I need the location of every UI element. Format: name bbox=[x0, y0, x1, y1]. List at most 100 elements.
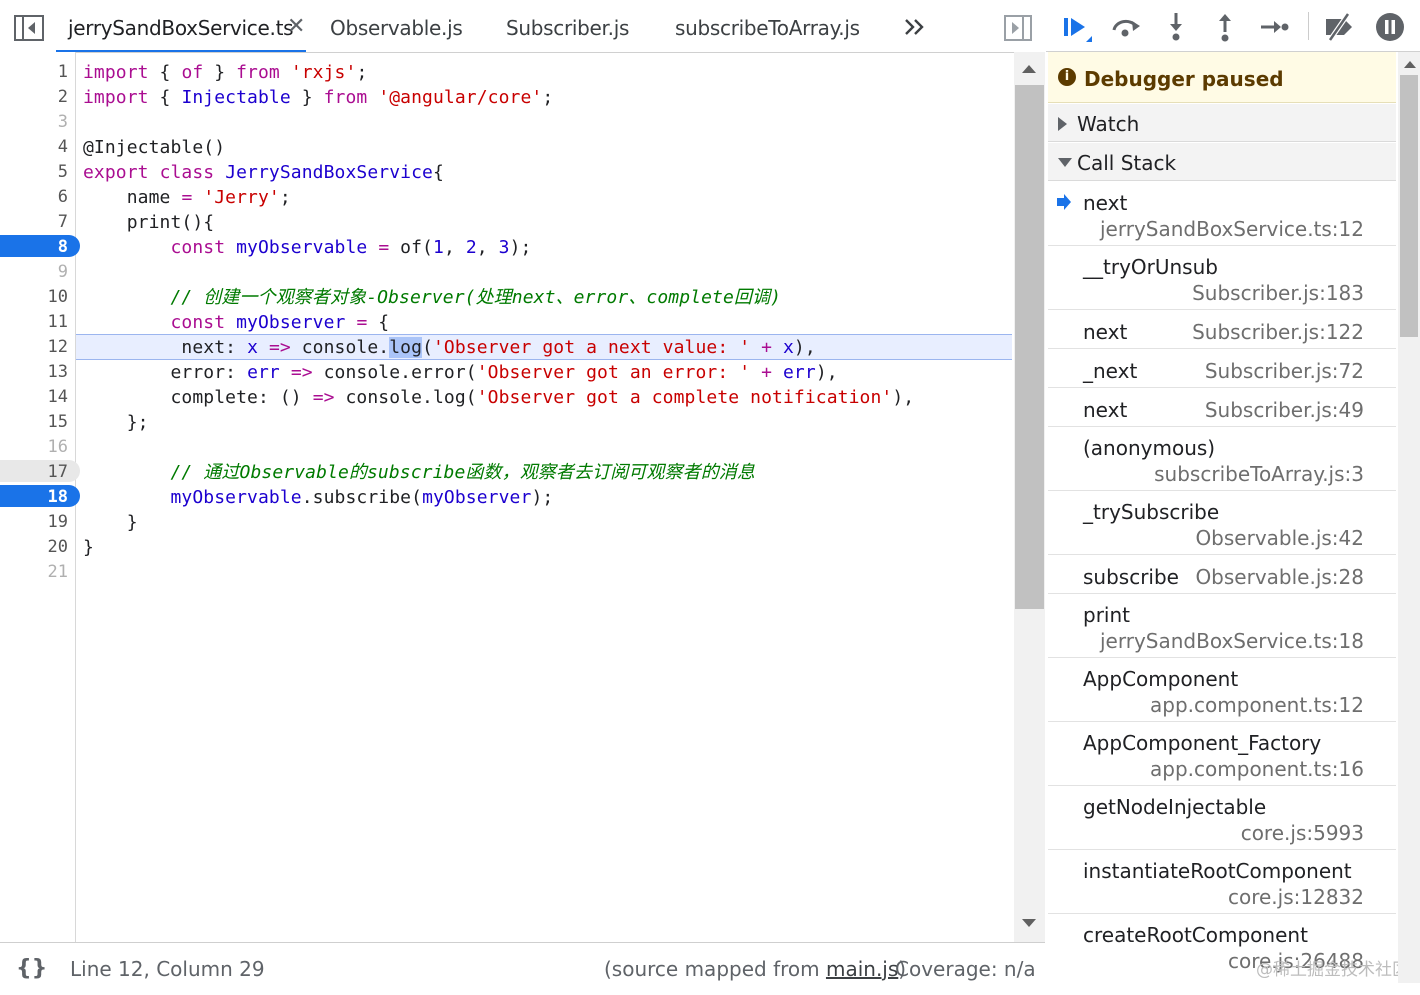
sidebar-scroll-up-icon[interactable] bbox=[1403, 60, 1417, 69]
line-number[interactable]: 13 bbox=[0, 360, 68, 385]
scroll-up-icon[interactable] bbox=[1021, 64, 1037, 74]
line-number[interactable]: 6 bbox=[0, 185, 68, 210]
code-line-11: const myObserver = { bbox=[170, 312, 390, 333]
line-number[interactable]: 8 bbox=[0, 235, 68, 260]
code-line-12: next: x => console.log('Observer got a n… bbox=[83, 337, 816, 358]
frame-function: print bbox=[1083, 603, 1130, 627]
frame-location: Subscriber.js:72 bbox=[1204, 359, 1364, 383]
frame-function: _next bbox=[1083, 359, 1138, 383]
tab-observable[interactable]: Observable.js bbox=[330, 0, 463, 52]
line-number[interactable]: 21 bbox=[0, 560, 68, 585]
call-frame[interactable]: (anonymous) subscribeToArray.js:3 bbox=[1048, 427, 1396, 491]
line-number[interactable]: 11 bbox=[0, 310, 68, 335]
line-number[interactable]: 5 bbox=[0, 160, 68, 185]
watch-section-header[interactable]: Watch bbox=[1048, 104, 1396, 142]
call-frame[interactable]: AppComponent_Factory app.component.ts:16 bbox=[1048, 722, 1396, 786]
toggle-debugger-icon[interactable] bbox=[1004, 15, 1032, 41]
tab-label: Subscriber.js bbox=[506, 16, 630, 40]
line-number[interactable]: 4 bbox=[0, 135, 68, 160]
call-frame[interactable]: __tryOrUnsub Subscriber.js:183 bbox=[1048, 246, 1396, 310]
call-frame[interactable]: AppComponent app.component.ts:12 bbox=[1048, 658, 1396, 722]
editor-scrollbar-thumb[interactable] bbox=[1015, 85, 1044, 609]
expand-triangle-icon bbox=[1058, 117, 1067, 131]
sidebar-scrollbar-thumb[interactable] bbox=[1400, 75, 1418, 337]
call-frame[interactable]: instantiateRootComponent core.js:12832 bbox=[1048, 850, 1396, 914]
code-line-8: const myObservable = of(1, 2, 3); bbox=[170, 237, 532, 258]
code-line-17: // 通过Observable的subscribe函数，观察者去订阅可观察者的消… bbox=[83, 462, 756, 483]
tab-subscriber[interactable]: Subscriber.js bbox=[506, 0, 629, 52]
watch-section-title: Watch bbox=[1077, 112, 1140, 136]
code-line-6: name = 'Jerry'; bbox=[83, 187, 291, 208]
code-line-13: error: err => console.error('Observer go… bbox=[83, 362, 838, 383]
frame-location: app.component.ts:12 bbox=[1150, 693, 1364, 717]
frame-location: subscribeToArray.js:3 bbox=[1154, 462, 1364, 486]
toolbar-divider bbox=[1308, 12, 1309, 40]
step-into-icon[interactable] bbox=[1159, 10, 1193, 44]
line-number[interactable]: 14 bbox=[0, 385, 68, 410]
code-line-2: import { Injectable } from '@angular/cor… bbox=[83, 87, 554, 108]
call-frame[interactable]: print jerrySandBoxService.ts:18 bbox=[1048, 594, 1396, 658]
line-number[interactable]: 19 bbox=[0, 510, 68, 535]
line-number-gutter[interactable]: 1 2 3 4 5 6 7 8 9 10 11 12 13 14 15 16 1… bbox=[0, 52, 80, 942]
collapse-triangle-icon bbox=[1058, 158, 1072, 167]
frame-function: createRootComponent bbox=[1083, 923, 1308, 947]
frame-location: jerrySandBoxService.ts:12 bbox=[1099, 217, 1364, 241]
code-line-10: // 创建一个观察者对象-Observer(处理next、error、compl… bbox=[83, 287, 782, 308]
frame-function: (anonymous) bbox=[1083, 436, 1216, 460]
line-number[interactable]: 12 bbox=[0, 335, 68, 360]
line-number[interactable]: 9 bbox=[0, 260, 68, 285]
line-number[interactable]: 16 bbox=[0, 435, 68, 460]
cursor-position: Line 12, Column 29 bbox=[70, 957, 265, 981]
call-frame[interactable]: next Subscriber.js:49 bbox=[1048, 388, 1396, 427]
call-frame[interactable]: getNodeInjectable core.js:5993 bbox=[1048, 786, 1396, 850]
watermark: @稀土掘金技术社区 bbox=[1256, 960, 1409, 980]
line-number[interactable]: 2 bbox=[0, 85, 68, 110]
frame-function: subscribe bbox=[1083, 565, 1179, 589]
debugger-paused-banner: i Debugger paused bbox=[1048, 52, 1396, 103]
pause-on-exceptions-icon[interactable] bbox=[1373, 10, 1407, 44]
scroll-down-icon[interactable] bbox=[1021, 918, 1037, 928]
call-frame[interactable]: _next Subscriber.js:72 bbox=[1048, 349, 1396, 388]
debugger-status-title: Debugger paused bbox=[1084, 67, 1284, 91]
selected-token: log bbox=[389, 337, 423, 358]
line-number[interactable]: 20 bbox=[0, 535, 68, 560]
tab-close-icon[interactable]: ✕ bbox=[287, 0, 305, 52]
chevrons-right-icon[interactable] bbox=[903, 18, 925, 36]
call-stack-section-title: Call Stack bbox=[1077, 151, 1177, 175]
info-icon: i bbox=[1058, 68, 1076, 86]
tab-subscribetoarray[interactable]: subscribeToArray.js bbox=[675, 0, 860, 52]
frame-function: AppComponent bbox=[1083, 667, 1239, 691]
frame-location: app.component.ts:16 bbox=[1150, 757, 1364, 781]
tab-jerrysandboxservice[interactable]: jerrySandBoxService.ts bbox=[56, 0, 306, 52]
deactivate-breakpoints-icon[interactable] bbox=[1322, 10, 1356, 44]
debugger-toolbar bbox=[1046, 0, 1420, 52]
step-icon[interactable] bbox=[1257, 10, 1291, 44]
call-frame[interactable]: next Subscriber.js:122 bbox=[1048, 310, 1396, 349]
line-number[interactable]: 7 bbox=[0, 210, 68, 235]
call-stack-section-header[interactable]: Call Stack bbox=[1048, 143, 1396, 181]
frame-location: Observable.js:28 bbox=[1195, 565, 1364, 589]
pretty-print-icon[interactable]: {} bbox=[16, 943, 47, 995]
editor-status-bar: {} Line 12, Column 29 (source mapped fro… bbox=[0, 942, 1045, 983]
frame-location: core.js:12832 bbox=[1227, 885, 1364, 909]
line-number[interactable]: 15 bbox=[0, 410, 68, 435]
line-number[interactable]: 3 bbox=[0, 110, 68, 135]
source-map-info: (source mapped from main.js) bbox=[604, 957, 907, 981]
line-number[interactable]: 10 bbox=[0, 285, 68, 310]
step-out-icon[interactable] bbox=[1208, 10, 1242, 44]
source-map-link[interactable]: main.js bbox=[826, 957, 898, 981]
line-number[interactable]: 1 bbox=[0, 60, 68, 85]
call-frame[interactable]: next jerrySandBoxService.ts:12 bbox=[1048, 182, 1396, 246]
frame-function: instantiateRootComponent bbox=[1083, 859, 1352, 883]
line-number[interactable]: 17 bbox=[0, 460, 68, 485]
resume-icon[interactable] bbox=[1060, 10, 1094, 44]
call-frame[interactable]: subscribe Observable.js:28 bbox=[1048, 555, 1396, 594]
line-number[interactable]: 18 bbox=[0, 485, 68, 510]
code-area[interactable]: import { of } from 'rxjs'; import { Inje… bbox=[76, 52, 1014, 942]
step-over-icon[interactable] bbox=[1109, 10, 1143, 44]
call-frame[interactable]: _trySubscribe Observable.js:42 bbox=[1048, 491, 1396, 555]
toggle-navigator-icon[interactable] bbox=[14, 15, 44, 41]
code-line-15: }; bbox=[83, 412, 149, 433]
code-line-1: import { of } from 'rxjs'; bbox=[83, 62, 368, 83]
frame-function: _trySubscribe bbox=[1083, 500, 1220, 524]
